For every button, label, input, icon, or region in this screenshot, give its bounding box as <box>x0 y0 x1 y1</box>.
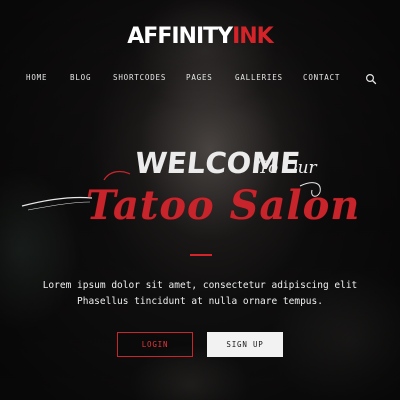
nav-item-shortcodes[interactable]: SHORTCODES <box>113 70 166 86</box>
nav-item-galleries[interactable]: GALLERIES <box>235 70 283 86</box>
page: AFFINITYINK HOME BLOG SHORTCODES PAGES G… <box>0 0 400 400</box>
hero-description-line-1: Lorem ipsum dolor sit amet, consectetur … <box>42 280 358 291</box>
hero-heading: WELCOME To Our Tatoo Salon <box>0 140 400 245</box>
hero-description-line-2: Phasellus tincidunt at nulla ornare temp… <box>77 296 323 307</box>
login-button[interactable]: LOGIN <box>117 332 193 357</box>
nav-item-contact[interactable]: CONTACT <box>303 70 340 86</box>
hero-title: Tatoo Salon <box>86 182 361 229</box>
site-logo[interactable]: AFFINITYINK <box>0 22 400 52</box>
divider <box>190 254 212 256</box>
main-navigation: HOME BLOG SHORTCODES PAGES GALLERIES CON… <box>0 70 400 86</box>
hero-description: Lorem ipsum dolor sit amet, consectetur … <box>0 278 400 310</box>
search-icon[interactable] <box>365 72 377 85</box>
hero-to-our-text: To Our <box>258 158 317 178</box>
logo-text-ink: INK <box>232 24 274 49</box>
logo-text-affinity: AFFINITY <box>127 24 233 49</box>
nav-item-pages[interactable]: PAGES <box>186 70 213 86</box>
nav-item-blog[interactable]: BLOG <box>70 70 91 86</box>
nav-item-home[interactable]: HOME <box>26 70 47 86</box>
sign-up-button[interactable]: SIGN UP <box>207 332 283 357</box>
